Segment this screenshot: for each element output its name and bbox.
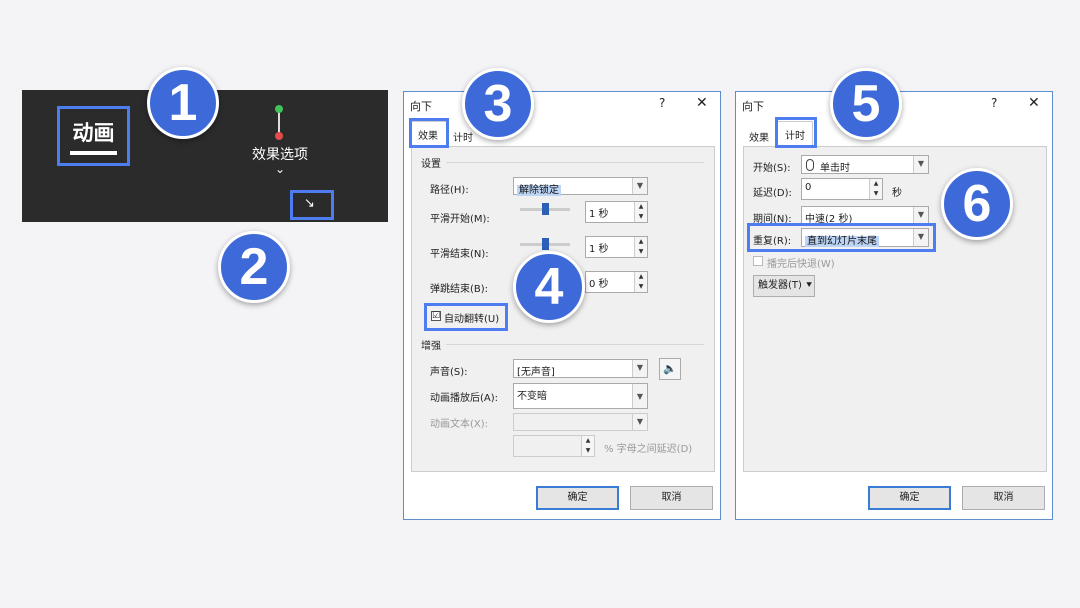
after-animation-label: 动画播放后(A):: [430, 393, 499, 404]
smooth-start-value: 1 秒: [589, 209, 609, 220]
chevron-down-icon: ▼: [913, 229, 928, 246]
smooth-end-value: 1 秒: [589, 244, 609, 255]
letter-delay-label: % 字母之间延迟(D): [604, 444, 693, 455]
sound-select[interactable]: [无声音] ▼: [513, 359, 648, 378]
rewind-checkbox: [753, 256, 763, 266]
chevron-down-icon: ▼: [632, 414, 647, 430]
path-select[interactable]: 解除锁定 ▼: [513, 177, 648, 196]
sound-select-value: [无声音]: [517, 367, 555, 378]
smooth-start-slider-thumb[interactable]: [541, 203, 549, 215]
step-badge-2: 2: [218, 231, 290, 303]
start-select[interactable]: 单击时 ▼: [801, 155, 929, 174]
bounce-end-value: 0 秒: [589, 279, 609, 290]
group-enhance-divider: [446, 344, 704, 345]
letter-delay-spinner: ▲ ▼: [513, 435, 595, 457]
smooth-end-spinner[interactable]: 1 秒 ▲ ▼: [585, 236, 648, 258]
tab-timing[interactable]: 计时: [453, 129, 473, 144]
chevron-down-icon[interactable]: ⌄: [272, 162, 288, 176]
animate-text-select: ▼: [513, 413, 648, 431]
auto-reverse-checkbox[interactable]: ☑: [431, 311, 441, 321]
close-button[interactable]: ✕: [1028, 95, 1040, 111]
chevron-down-icon: ▼: [632, 384, 647, 408]
chevron-down-icon: ▼: [913, 207, 928, 224]
step-badge-6: 6: [941, 168, 1013, 240]
spin-down-icon[interactable]: ▼: [635, 212, 647, 222]
cancel-button[interactable]: 取消: [962, 486, 1045, 510]
step-badge-4: 4: [513, 251, 585, 323]
dialog-title: 向下: [410, 100, 432, 113]
smooth-end-slider-thumb[interactable]: [541, 238, 549, 250]
dialog-launcher-button[interactable]: ↘: [290, 190, 334, 220]
tab-timing-highlight: [775, 117, 817, 148]
smooth-start-spinner[interactable]: 1 秒 ▲ ▼: [585, 201, 648, 223]
path-label: 路径(H):: [430, 185, 469, 196]
step-badge-3: 3: [462, 68, 534, 140]
auto-reverse-label[interactable]: 自动翻转(U): [444, 310, 499, 325]
tab-effect-highlight: [409, 118, 449, 148]
spin-down-icon[interactable]: ▼: [635, 282, 647, 292]
motion-start-dot-icon: [275, 105, 283, 113]
spin-down-icon[interactable]: ▼: [870, 189, 882, 199]
dialog-title: 向下: [742, 100, 764, 113]
animation-tab-underline: [70, 151, 117, 155]
help-button[interactable]: ?: [659, 96, 665, 110]
animation-tab-label: 动画: [72, 121, 115, 145]
repeat-select[interactable]: 直到幻灯片末尾 ▼: [801, 228, 929, 247]
chevron-down-icon: ▼: [632, 178, 647, 194]
step-badge-1: 1: [147, 67, 219, 139]
path-select-value: 解除锁定: [517, 185, 561, 196]
group-settings-divider: [446, 162, 704, 163]
bounce-end-label: 弹跳结束(B):: [430, 284, 489, 295]
ok-button[interactable]: 确定: [536, 486, 619, 510]
close-button[interactable]: ✕: [696, 95, 708, 111]
speaker-icon[interactable]: 🔈: [659, 358, 681, 380]
delay-spinner[interactable]: 0 ▲ ▼: [801, 178, 883, 200]
effect-options-button[interactable]: 效果选项: [235, 144, 325, 164]
cancel-button[interactable]: 取消: [630, 486, 713, 510]
group-settings-label: 设置: [421, 159, 441, 170]
smooth-end-label: 平滑结束(N):: [430, 249, 489, 260]
rewind-label: 播完后快退(W): [767, 259, 835, 270]
delay-label: 延迟(D):: [753, 188, 792, 199]
help-button[interactable]: ?: [991, 96, 997, 110]
start-label: 开始(S):: [753, 163, 791, 174]
repeat-label: 重复(R):: [753, 236, 792, 247]
delay-value: 0: [805, 182, 812, 193]
animation-tab[interactable]: 动画: [57, 106, 130, 166]
delay-unit: 秒: [892, 188, 902, 199]
start-select-value: 单击时: [820, 163, 850, 174]
ok-button[interactable]: 确定: [868, 486, 951, 510]
motion-end-dot-icon: [275, 132, 283, 140]
spin-down-icon[interactable]: ▼: [635, 247, 647, 257]
step-badge-5: 5: [830, 68, 902, 140]
bounce-end-spinner[interactable]: 0 秒 ▲ ▼: [585, 271, 648, 293]
animate-text-label: 动画文本(X):: [430, 419, 489, 430]
after-animation-value: 不变暗: [517, 391, 547, 402]
sound-label: 声音(S):: [430, 367, 468, 378]
tab-effect[interactable]: 效果: [749, 129, 769, 144]
group-enhance-label: 增强: [421, 341, 441, 352]
trigger-button[interactable]: 触发器(T) ⯆: [753, 275, 815, 297]
timing-dialog: 向下 ? ✕ 效果 计时 开始(S): 单击时 ▼ 延迟(D): 0 ▲ ▼ 秒 …: [735, 91, 1053, 520]
repeat-select-value: 直到幻灯片末尾: [805, 236, 879, 247]
chevron-down-icon: ▼: [913, 156, 928, 173]
mouse-icon: [806, 159, 814, 171]
smooth-start-label: 平滑开始(M):: [430, 214, 490, 225]
chevron-down-icon: ▼: [632, 360, 647, 377]
spin-down-icon: ▼: [582, 446, 594, 456]
after-animation-select[interactable]: 不变暗 ▼: [513, 383, 648, 409]
dialog-launcher-icon: ↘: [304, 196, 315, 211]
